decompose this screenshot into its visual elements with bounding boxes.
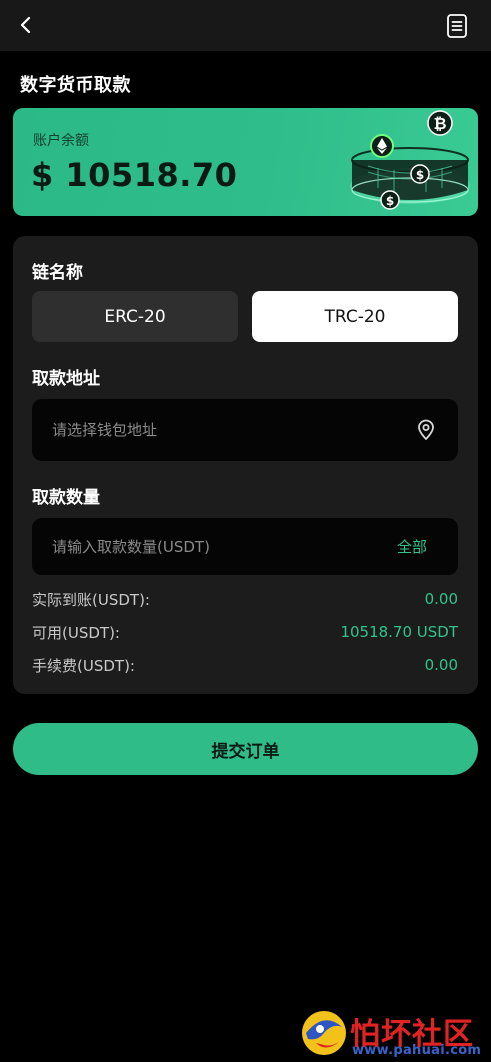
fee-label: 手续费(USDT): xyxy=(32,656,135,675)
svg-text:$: $ xyxy=(416,168,424,182)
available-label: 可用(USDT): xyxy=(32,623,120,642)
balance-card: 账户余额 $ 10518.70 ₿ $ $ xyxy=(13,108,478,216)
back-button[interactable] xyxy=(12,10,40,40)
svg-text:₿: ₿ xyxy=(433,114,446,133)
amount-field[interactable]: 全部 xyxy=(32,518,458,575)
available-value: 10518.70 USDT xyxy=(340,623,458,641)
withdraw-amount-label: 取款数量 xyxy=(32,488,100,508)
page-title: 数字货币取款 xyxy=(20,75,131,96)
chain-option-trc20[interactable]: TRC-20 xyxy=(252,291,458,342)
fee-value: 0.00 xyxy=(424,656,458,674)
watermark-url: www.pahuai.com xyxy=(352,1043,482,1058)
received-row: 实际到账(USDT): 0.00 xyxy=(32,588,458,610)
available-row: 可用(USDT): 10518.70 USDT xyxy=(32,621,458,643)
document-list-icon xyxy=(447,14,467,38)
address-input[interactable] xyxy=(52,399,372,461)
site-watermark: 怕坏社区 www.pahuai.com xyxy=(296,1003,488,1059)
address-field[interactable] xyxy=(32,399,458,461)
amount-input[interactable] xyxy=(52,518,372,575)
submit-order-button[interactable]: 提交订单 xyxy=(13,723,478,775)
withdraw-address-label: 取款地址 xyxy=(32,369,100,389)
crypto-coins-illustration: ₿ $ $ xyxy=(350,110,470,210)
balance-label: 账户余额 xyxy=(33,133,89,149)
received-label: 实际到账(USDT): xyxy=(32,590,150,609)
location-pin-icon[interactable] xyxy=(416,419,436,441)
withdraw-all-button[interactable]: 全部 xyxy=(397,518,427,575)
chain-name-label: 链名称 xyxy=(32,263,83,283)
fee-row: 手续费(USDT): 0.00 xyxy=(32,654,458,676)
balance-amount: $ 10518.70 xyxy=(31,156,238,194)
withdraw-form-panel: 链名称 ERC-20 TRC-20 取款地址 取款数量 全部 实际到账(USDT… xyxy=(13,236,478,694)
withdraw-page: 数字货币取款 账户余额 $ 10518.70 ₿ $ $ 链名称 ERC-20 … xyxy=(0,0,491,1062)
chain-option-erc20[interactable]: ERC-20 xyxy=(32,291,238,342)
received-value: 0.00 xyxy=(424,590,458,608)
svg-text:$: $ xyxy=(386,194,394,208)
chevron-left-icon xyxy=(20,16,31,34)
watermark-logo-icon xyxy=(302,1011,346,1055)
top-bar xyxy=(0,0,491,51)
order-history-button[interactable] xyxy=(443,12,471,40)
